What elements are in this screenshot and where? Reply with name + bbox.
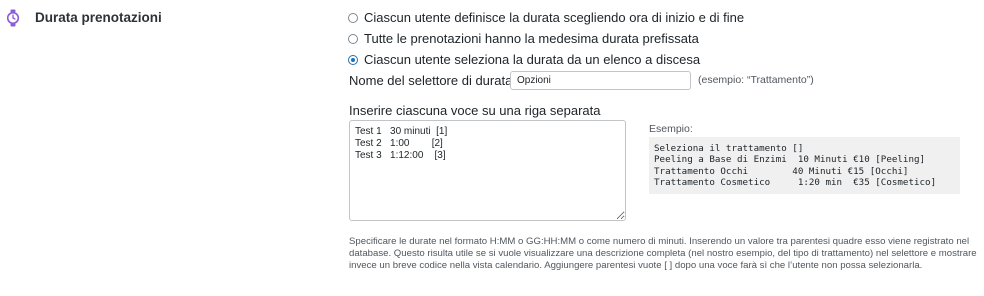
duration-items-textarea[interactable]: Test 1 30 minuti [1] Test 2 1:00 [2] Tes…: [349, 120, 626, 221]
radio-label: Tutte le prenotazioni hanno la medesima …: [364, 31, 699, 46]
radio-option-start-end[interactable]: Ciascun utente definisce la durata scegl…: [348, 10, 744, 25]
section-icon: [6, 9, 20, 27]
radio-label: Ciascun utente seleziona la durata da un…: [364, 52, 701, 67]
selector-name-label: Nome del selettore di durata:: [349, 73, 516, 88]
selector-example-text: (esempio: “Trattamento”): [698, 74, 814, 86]
radio-button[interactable]: [348, 33, 358, 44]
radio-option-dropdown-list[interactable]: Ciascun utente seleziona la durata da un…: [348, 52, 700, 67]
example-code-box: Seleziona il trattamento [] Peeling a Ba…: [649, 137, 960, 194]
radio-option-fixed-duration[interactable]: Tutte le prenotazioni hanno la medesima …: [348, 31, 699, 46]
section-title: Durata prenotazioni: [35, 10, 162, 25]
radio-button[interactable]: [348, 12, 358, 23]
help-text: Specificare le durate nel formato H:MM o…: [349, 236, 977, 271]
example-label: Esempio:: [649, 123, 693, 135]
items-textarea-label: Inserire ciascuna voce su una riga separ…: [349, 103, 601, 118]
radio-label: Ciascun utente definisce la durata scegl…: [364, 10, 745, 25]
selector-name-input[interactable]: [510, 71, 691, 90]
stopwatch-icon: [6, 9, 20, 27]
radio-button[interactable]: [348, 54, 358, 65]
